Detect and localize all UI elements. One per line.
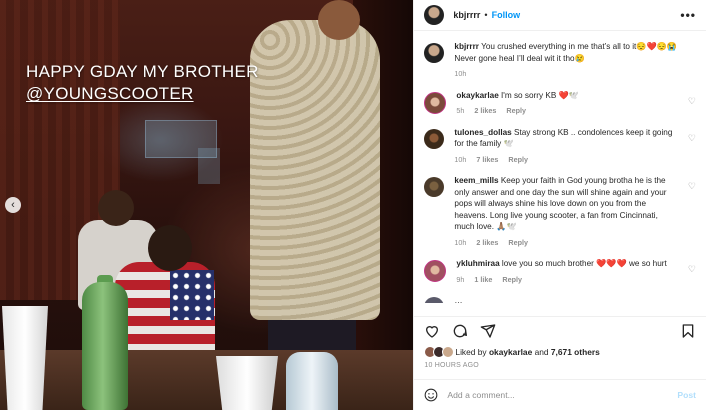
avatar[interactable] [424, 177, 445, 197]
soda-bottle [82, 282, 128, 410]
comment-item: keem_mills Keep your faith in God young … [424, 175, 696, 248]
desk [0, 350, 414, 410]
avatar[interactable] [424, 5, 445, 25]
likes-others[interactable]: 7,671 others [551, 347, 600, 357]
comment-likes[interactable]: 2 likes [476, 238, 498, 247]
flag-stars [170, 270, 214, 320]
heart-icon[interactable]: ♡ [688, 264, 696, 275]
heart-icon[interactable]: ♡ [688, 181, 696, 192]
heart-icon[interactable]: ♡ [688, 96, 696, 107]
avatar[interactable] [424, 43, 445, 63]
comment-username[interactable]: keem_mills [454, 176, 498, 185]
foam-cup [216, 356, 278, 410]
comment-meta: 9h 1 like Reply [456, 274, 680, 286]
person-head [98, 190, 134, 226]
comment-item-partial: … [424, 295, 696, 303]
comment-body: … [454, 295, 696, 303]
person-standing [250, 20, 380, 320]
comments-list[interactable]: kbjrrrr You crushed everything in me tha… [414, 31, 706, 316]
action-bar [414, 316, 706, 345]
water-bottle [286, 352, 338, 410]
likes-and: and [534, 347, 549, 357]
caption-username[interactable]: kbjrrrr [454, 42, 479, 51]
comment-item: ykluhmiraa love you so much brother ❤️❤️… [424, 258, 696, 285]
likes-user[interactable]: okaykarlae [489, 347, 532, 357]
instagram-post-view: HAPPY GDAY MY BROTHER @YOUNGSCOOTER ‹ kb… [0, 0, 706, 410]
overlay-mention: @YOUNGSCOOTER [26, 84, 194, 103]
comment-likes[interactable]: 1 like [474, 275, 492, 284]
comment-username[interactable]: ykluhmiraa [456, 259, 499, 268]
overlay-caption-line2: @YOUNGSCOOTER [26, 84, 194, 104]
header-username[interactable]: kbjrrrr [453, 10, 480, 20]
comment-text: love you so much brother ❤️❤️❤️ we so hu… [501, 259, 667, 268]
comment-meta: 10h 2 likes Reply [454, 237, 680, 249]
comment-username[interactable]: tulones_dollas [454, 128, 511, 137]
caption-text: You crushed everything in me that’s all … [454, 42, 678, 63]
avatar[interactable] [424, 91, 447, 114]
comment-body: keem_mills Keep your faith in God young … [454, 175, 696, 248]
comment-input[interactable]: Add a comment... [447, 390, 677, 400]
emoji-icon[interactable] [424, 388, 438, 402]
foam-cup [2, 306, 48, 410]
heart-icon[interactable]: ♡ [688, 133, 696, 144]
reply-button[interactable]: Reply [502, 275, 522, 284]
likes-summary: Liked by okaykarlae and 7,671 others [414, 345, 706, 359]
comment-meta: 10h 7 likes Reply [454, 154, 680, 166]
comment-likes[interactable]: 2 likes [474, 106, 496, 115]
comment-time: 10h [454, 237, 467, 247]
comment-text: I'm so sorry KB ❤️🕊️ [501, 90, 579, 100]
avatar [442, 346, 455, 358]
liker-avatars [424, 346, 455, 358]
person-head [148, 225, 192, 271]
comment-time: 5h [456, 106, 465, 115]
comment-meta: 5h 2 likes Reply [456, 105, 680, 117]
more-icon[interactable]: ••• [680, 8, 696, 22]
person-head [318, 0, 360, 40]
avatar[interactable] [424, 260, 447, 282]
avatar[interactable] [424, 128, 445, 149]
comment-body: ykluhmiraa love you so much brother ❤️❤️… [456, 258, 696, 285]
reply-button[interactable]: Reply [508, 155, 528, 164]
comment-likes[interactable]: 7 likes [476, 155, 498, 164]
likes-prefix: Liked by [455, 347, 487, 357]
post-button[interactable]: Post [677, 390, 696, 400]
reply-button[interactable]: Reply [508, 238, 528, 247]
add-comment-bar: Add a comment... Post [414, 379, 706, 410]
post-image[interactable]: HAPPY GDAY MY BROTHER @YOUNGSCOOTER ‹ [0, 0, 414, 410]
comment-icon[interactable] [452, 323, 468, 339]
overlay-caption-line1: HAPPY GDAY MY BROTHER [26, 62, 259, 81]
reply-button[interactable]: Reply [506, 106, 526, 115]
bookmark-icon[interactable] [680, 323, 696, 339]
comment-text: … [454, 296, 463, 303]
comment-body: tulones_dollas Stay strong KB .. condole… [454, 127, 696, 166]
post-sidebar: kbjrrrr • Follow ••• kbjrrrr You crushed… [413, 0, 706, 410]
comment-time: 9h [456, 274, 465, 284]
comment-username[interactable]: okaykarlae [456, 91, 498, 100]
post-timestamp: 10 HOURS AGO [424, 362, 479, 369]
monitor-glow-2 [198, 148, 220, 184]
post-header: kbjrrrr • Follow ••• [414, 0, 706, 31]
chevron-left-icon[interactable]: ‹ [5, 197, 21, 213]
caption-body: kbjrrrr You crushed everything in me tha… [454, 41, 696, 80]
avatar[interactable] [424, 297, 445, 303]
follow-button[interactable]: Follow [492, 10, 521, 20]
comment-item: tulones_dollas Stay strong KB .. condole… [424, 127, 696, 166]
separator-dot: • [484, 10, 488, 20]
comment-time: 10h [454, 154, 467, 164]
caption-time: 10h [454, 69, 467, 78]
comment-item: okaykarlae I'm so sorry KB ❤️🕊️ 5h 2 lik… [424, 90, 696, 117]
caption: kbjrrrr You crushed everything in me tha… [424, 41, 696, 80]
heart-icon[interactable] [424, 323, 440, 339]
share-icon[interactable] [480, 323, 496, 339]
comment-body: okaykarlae I'm so sorry KB ❤️🕊️ 5h 2 lik… [456, 90, 696, 117]
caption-meta: 10h [454, 68, 680, 80]
